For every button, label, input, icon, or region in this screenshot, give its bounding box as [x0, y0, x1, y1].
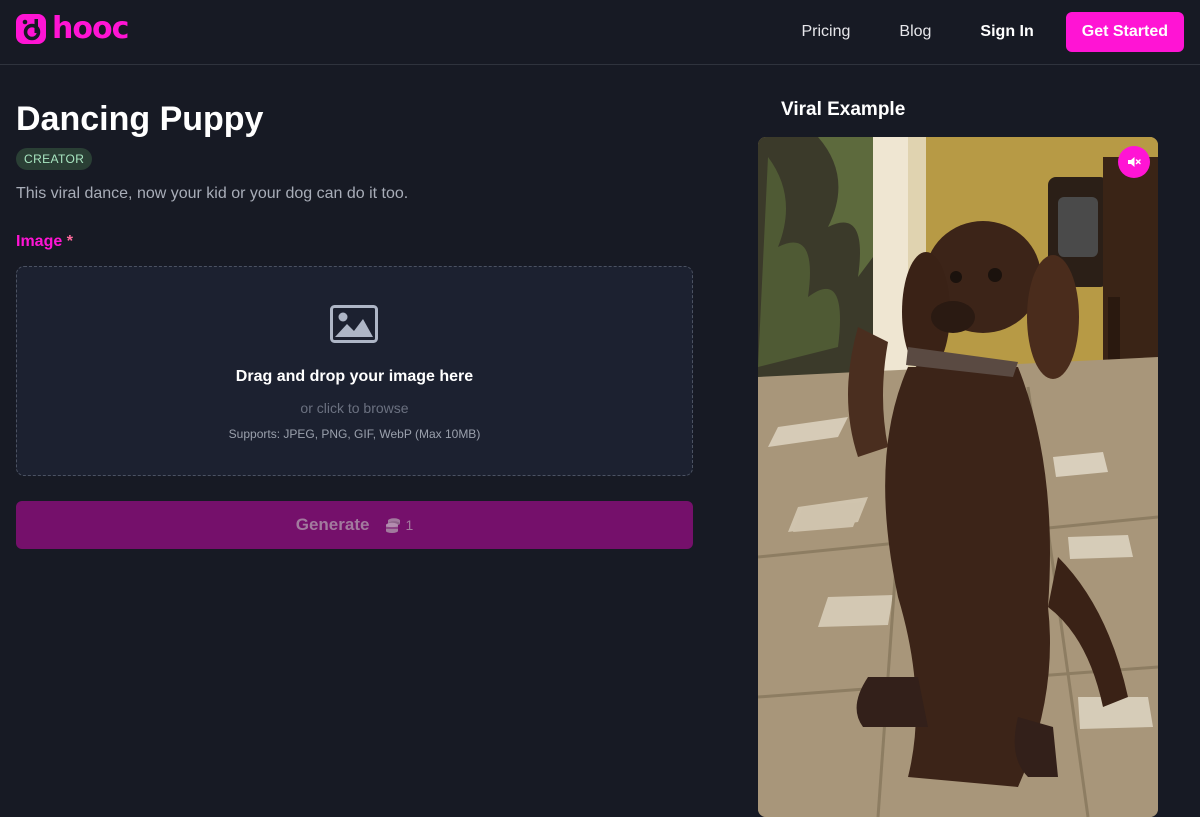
coins-icon — [386, 518, 401, 533]
viral-example-video[interactable] — [758, 137, 1158, 817]
video-frame — [758, 137, 1158, 817]
get-started-button[interactable]: Get Started — [1065, 12, 1184, 52]
template-description: This viral dance, now your kid or your d… — [16, 185, 409, 202]
mute-toggle-button[interactable] — [1118, 146, 1150, 178]
brand-name: hooc — [52, 11, 129, 46]
dropzone-supported-formats: Supports: JPEG, PNG, GIF, WebP (Max 10MB… — [228, 427, 481, 441]
image-field-label: Image * — [16, 232, 73, 252]
sign-in-link[interactable]: Sign In — [980, 12, 1033, 52]
dropzone-browse-hint[interactable]: or click to browse — [17, 399, 692, 417]
image-dropzone[interactable]: Drag and drop your image here or click t… — [16, 266, 693, 476]
creator-badge: CREATOR — [16, 148, 93, 170]
nav-links: Pricing Blog Sign In Get Started — [801, 12, 1184, 52]
required-marker: * — [66, 233, 73, 250]
page-title: Dancing Puppy — [16, 100, 264, 138]
generate-button[interactable]: Generate 1 — [16, 501, 693, 549]
nav-blog-link[interactable]: Blog — [899, 12, 931, 52]
generate-label: Generate — [295, 515, 370, 534]
logo-icon — [16, 14, 46, 44]
image-label-text: Image — [16, 233, 63, 250]
brand-logo[interactable]: hooc — [16, 11, 129, 46]
top-navbar: hooc Pricing Blog Sign In Get Started — [0, 0, 1200, 65]
nav-pricing-link[interactable]: Pricing — [801, 12, 850, 52]
speaker-muted-icon — [1128, 157, 1141, 167]
generate-cost: 1 — [385, 517, 413, 533]
viral-example-title: Viral Example — [781, 99, 906, 120]
image-icon — [330, 305, 378, 343]
generate-cost-value: 1 — [405, 517, 414, 533]
dropzone-title: Drag and drop your image here — [235, 368, 474, 385]
